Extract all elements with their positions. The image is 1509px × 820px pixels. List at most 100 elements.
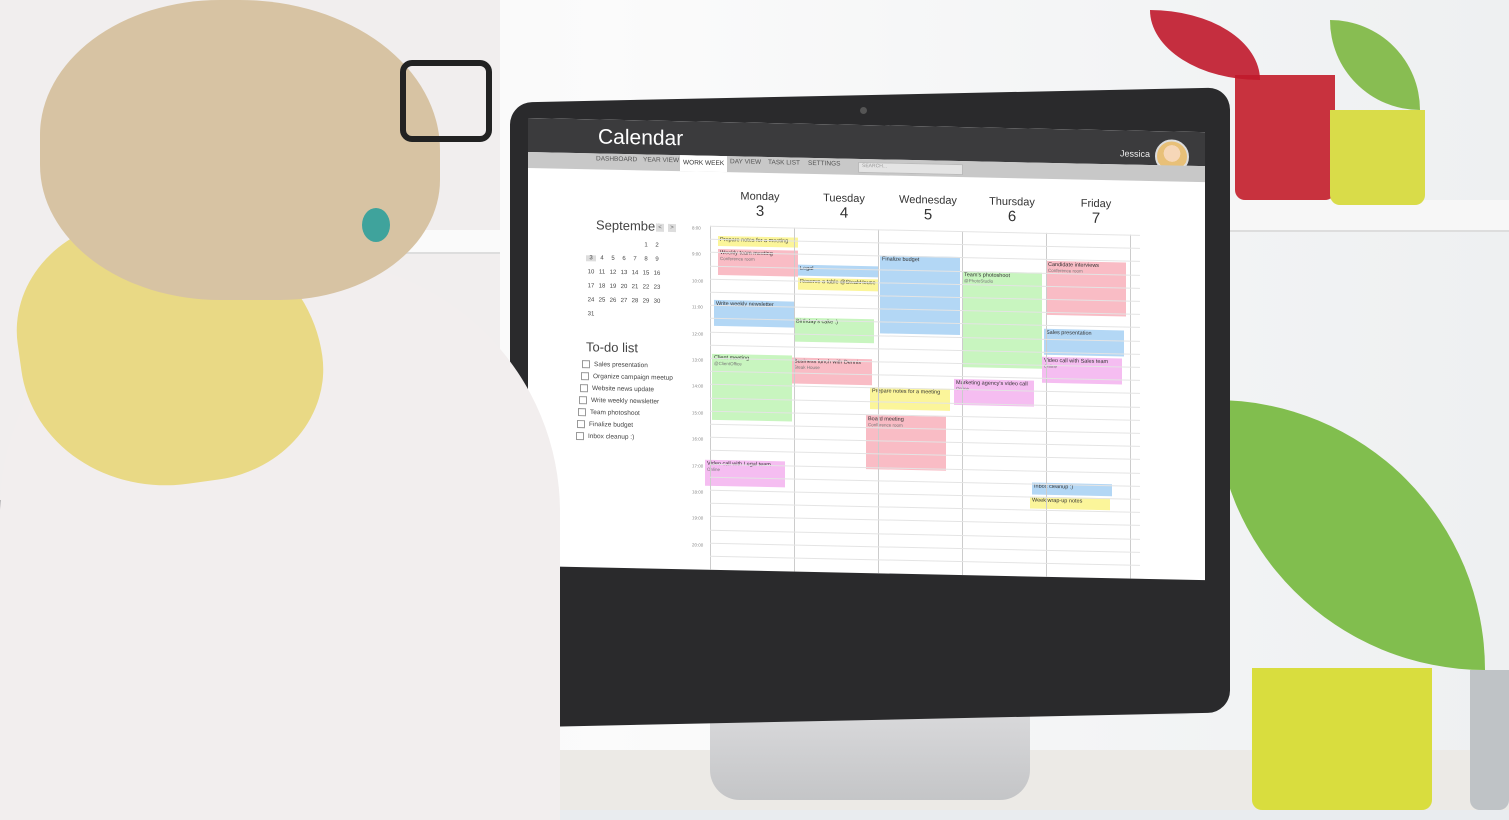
mini-calendar-day[interactable]: 28 (630, 298, 640, 304)
nav-task-list[interactable]: TASK LIST (768, 159, 800, 167)
mini-calendar-day[interactable]: 5 (608, 256, 618, 262)
mini-calendar-day[interactable]: 18 (597, 283, 607, 289)
time-label: 13:00 (692, 357, 704, 363)
mini-calendar-day[interactable]: 15 (641, 270, 651, 276)
mini-calendar-day[interactable]: 27 (619, 298, 629, 304)
todo-item[interactable]: Team photoshoot (578, 408, 640, 417)
poinsettia-leaves (1150, 10, 1260, 80)
nav-dashboard[interactable]: DASHBOARD (596, 155, 637, 163)
half-hour-line (710, 529, 1140, 540)
mini-calendar-day[interactable]: 8 (641, 256, 651, 262)
mini-calendar-day[interactable]: 30 (652, 299, 662, 305)
time-label: 9:00 (692, 251, 701, 258)
todo-item[interactable]: Finalize budget (577, 420, 633, 429)
mini-calendar-day[interactable]: 2 (652, 243, 662, 249)
mini-calendar-day[interactable]: 1 (641, 242, 651, 248)
day-number: 3 (755, 202, 765, 220)
day-name: Wednesday (899, 193, 957, 207)
red-flower-pot (1235, 75, 1335, 200)
yellow-desk-pot (1252, 668, 1432, 810)
todo-item[interactable]: Organize campaign meetup (581, 372, 673, 382)
todo-checkbox[interactable] (582, 360, 590, 369)
user-name[interactable]: Jessica (1120, 148, 1150, 159)
mini-calendar-day[interactable]: 4 (597, 255, 607, 262)
time-label: 11:00 (692, 304, 703, 310)
todo-label: Team photoshoot (590, 409, 640, 418)
day-header: Thursday 6 (972, 195, 1052, 226)
calendar-app-screen: Calendar Jessica DASHBOARD YEAR VIEW WOR… (528, 118, 1205, 581)
mini-calendar-day[interactable]: 23 (652, 285, 662, 291)
mini-calendar-day[interactable]: 13 (619, 270, 629, 276)
todo-item[interactable]: Sales presentation (582, 360, 648, 369)
time-label: 15:00 (692, 410, 704, 416)
todo-label: Finalize budget (589, 420, 634, 429)
week-grid: Prepare notes for a meeting Weekly team … (692, 225, 1140, 579)
todo-checkbox[interactable] (579, 396, 587, 405)
todo-checkbox[interactable] (576, 432, 584, 441)
day-number: 4 (839, 204, 849, 222)
event-tue-2[interactable]: Reserve a table @SteakHouse (798, 277, 878, 292)
nav-day-view[interactable]: DAY VIEW (730, 158, 761, 166)
mini-calendar-day[interactable]: 29 (641, 298, 651, 304)
half-hour-line (710, 225, 1140, 236)
day-header: Friday 7 (1056, 197, 1136, 228)
todo-label: Sales presentation (594, 361, 648, 370)
day-header: Tuesday 4 (804, 192, 884, 223)
mini-calendar-day[interactable]: 6 (619, 256, 629, 262)
mini-calendar-day[interactable]: 16 (652, 271, 662, 277)
mini-calendar-day[interactable]: 17 (586, 283, 596, 289)
desk-plant-leaves (1215, 400, 1485, 670)
day-header: Wednesday 5 (888, 194, 968, 225)
todo-checkbox[interactable] (578, 408, 586, 417)
mini-calendar-day[interactable]: 26 (608, 298, 618, 304)
todo-item[interactable]: Website news update (580, 384, 654, 394)
event-fri-1[interactable]: Candidate interviews Conference room (1046, 260, 1126, 317)
mini-calendar-day[interactable]: 22 (641, 284, 651, 290)
mini-calendar-day[interactable]: 10 (586, 269, 596, 275)
nav-year-view[interactable]: YEAR VIEW (643, 156, 679, 164)
yellow-pot-shelf (1330, 110, 1425, 205)
nav-settings[interactable]: SETTINGS (808, 160, 841, 168)
event-wed-2[interactable]: Prepare notes for a meeting (870, 387, 950, 411)
mini-calendar-month: September (596, 217, 660, 234)
glasses (400, 60, 492, 142)
mini-calendar-day[interactable]: 20 (619, 284, 629, 290)
app-title: Calendar (598, 125, 684, 151)
mini-calendar-day[interactable]: 12 (608, 270, 618, 276)
mini-calendar-day[interactable]: 14 (630, 270, 640, 276)
mini-calendar-day[interactable]: 9 (652, 257, 662, 263)
half-hour-line (710, 516, 1140, 527)
day-number: 6 (1007, 208, 1017, 226)
search-input[interactable]: SEARCH... (858, 161, 963, 176)
time-label: 10:00 (692, 278, 704, 284)
half-hour-line (710, 542, 1140, 553)
mini-calendar-day[interactable]: 31 (586, 311, 596, 317)
todo-checkbox[interactable] (577, 420, 585, 429)
todo-label: Inbox cleanup :) (588, 432, 635, 441)
mini-calendar-day[interactable]: 7 (630, 256, 640, 262)
prev-month-button[interactable]: < (656, 223, 664, 232)
shelf-plant-leaves (1330, 20, 1420, 110)
todo-label: Organize campaign meetup (593, 373, 673, 382)
earring (362, 208, 390, 242)
mini-calendar-day[interactable]: 11 (597, 269, 607, 275)
mini-calendar-day[interactable]: 21 (630, 284, 640, 290)
nav-work-week[interactable]: WORK WEEK (680, 155, 728, 173)
mini-calendar-day[interactable]: 19 (608, 284, 618, 290)
todo-checkbox[interactable] (580, 384, 588, 393)
time-label: 17:00 (692, 463, 704, 469)
todo-item[interactable]: Inbox cleanup :) (576, 432, 634, 441)
time-label: 12:00 (692, 331, 704, 337)
todo-checkbox[interactable] (581, 372, 589, 381)
todo-item[interactable]: Write weekly newsletter (579, 396, 659, 406)
next-month-button[interactable]: > (668, 223, 676, 233)
day-number: 5 (923, 206, 933, 224)
mini-calendar-day[interactable]: 3 (586, 255, 596, 262)
half-hour-line (710, 555, 1140, 566)
todo-label: Write weekly newsletter (591, 397, 660, 406)
event-mon-1[interactable]: Prepare notes for a meeting (718, 235, 798, 248)
mini-calendar-day[interactable]: 24 (586, 297, 596, 303)
mini-calendar-day[interactable]: 25 (597, 297, 607, 303)
day-header: Monday 3 (720, 190, 800, 221)
event-mon-3[interactable]: Write weekly newsletter (714, 299, 794, 328)
